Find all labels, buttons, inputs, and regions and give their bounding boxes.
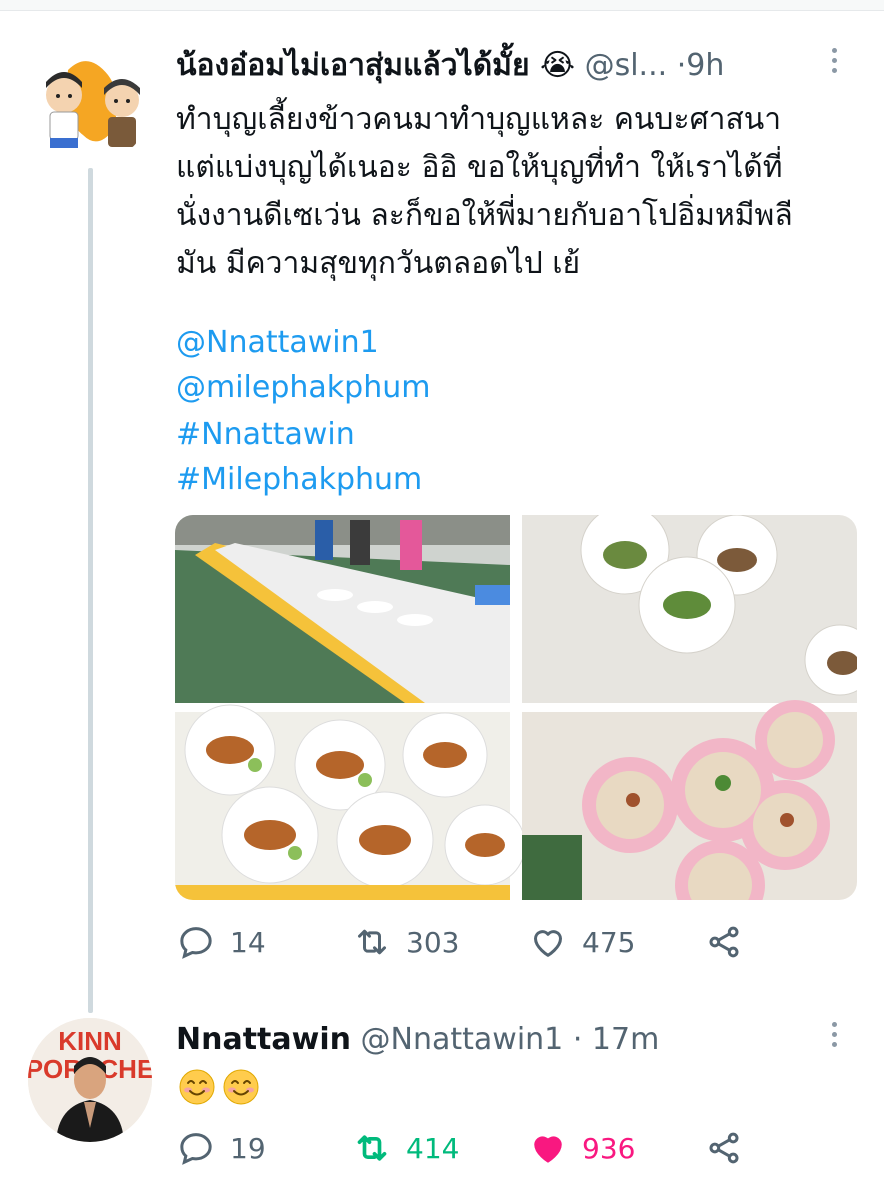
retweet-icon [357, 1135, 387, 1161]
profile-photo: KINN PORSCHE [28, 1018, 152, 1142]
top-divider [0, 0, 884, 11]
avatar-text-kinn: KINN [58, 1026, 122, 1056]
retweet-count: 303 [406, 925, 460, 959]
media-grid [175, 515, 857, 900]
more-icon[interactable] [832, 1022, 840, 1047]
tweet-actions: 14 303 475 [176, 922, 880, 962]
share-icon [709, 926, 739, 958]
thread-connector [88, 168, 93, 1013]
tweet-header: น้องอ๋อมไม่เอาสุ่มแล้วได้มั้ย 😭 @sl... ·… [176, 48, 724, 84]
separator: · [572, 1022, 583, 1057]
like-button[interactable]: 936 [528, 1128, 704, 1168]
like-count: 475 [582, 925, 636, 959]
author-name[interactable]: น้องอ๋อมไม่เอาสุ่มแล้วได้มั้ย 😭 [176, 48, 575, 83]
tweet-text: ทำบุญเลี้ยงข้าวคนมาทำบุญแหละ คนบะศาสนา แ… [176, 102, 793, 281]
reply-actions: 19 414 936 [176, 1128, 880, 1168]
like-button[interactable]: 475 [528, 922, 704, 962]
more-icon[interactable] [832, 48, 840, 73]
cartoon-avatar-image [28, 40, 152, 164]
reply-text: 😊😊 [178, 1068, 260, 1106]
avatar[interactable]: KINN PORSCHE [28, 1018, 152, 1142]
reply-button[interactable]: 19 [176, 1128, 352, 1168]
share-icon [709, 1132, 739, 1164]
author-handle[interactable]: @Nnattawin1 [361, 1022, 564, 1057]
hashtag-link[interactable]: #Nnattawin [176, 417, 355, 453]
mention-link[interactable]: @milephakphum [176, 370, 430, 406]
author-handle[interactable]: @sl... [585, 48, 668, 83]
tweet-time[interactable]: 9h [686, 48, 724, 83]
hashtag-link[interactable]: #Milephakphum [176, 462, 422, 498]
photo-4[interactable] [522, 700, 857, 900]
avatar[interactable] [28, 40, 152, 164]
smiling-face-icon [223, 1069, 259, 1105]
reply-button[interactable]: 14 [176, 922, 352, 962]
retweet-button[interactable]: 303 [352, 922, 528, 962]
like-icon [534, 1136, 562, 1163]
reply-count: 14 [230, 925, 266, 959]
photo-2[interactable] [522, 515, 857, 703]
share-button[interactable] [704, 1128, 880, 1168]
separator: · [676, 48, 687, 83]
retweet-icon [358, 929, 386, 955]
smiling-face-icon [179, 1069, 215, 1105]
like-count: 936 [582, 1131, 636, 1165]
like-icon [534, 930, 562, 957]
tweet-time[interactable]: 17m [592, 1022, 659, 1057]
mention-link[interactable]: @Nnattawin1 [176, 325, 379, 361]
retweet-count: 414 [406, 1131, 460, 1165]
reply-count: 19 [230, 1131, 266, 1165]
reply-icon [180, 927, 212, 959]
photo-3[interactable] [175, 704, 526, 900]
reply-header: Nnattawin @Nnattawin1 · 17m [176, 1022, 659, 1058]
share-button[interactable] [704, 922, 880, 962]
retweet-button[interactable]: 414 [352, 1128, 528, 1168]
photo-1[interactable] [175, 515, 510, 703]
reply-icon [180, 1133, 212, 1165]
author-name[interactable]: Nnattawin [176, 1022, 351, 1057]
